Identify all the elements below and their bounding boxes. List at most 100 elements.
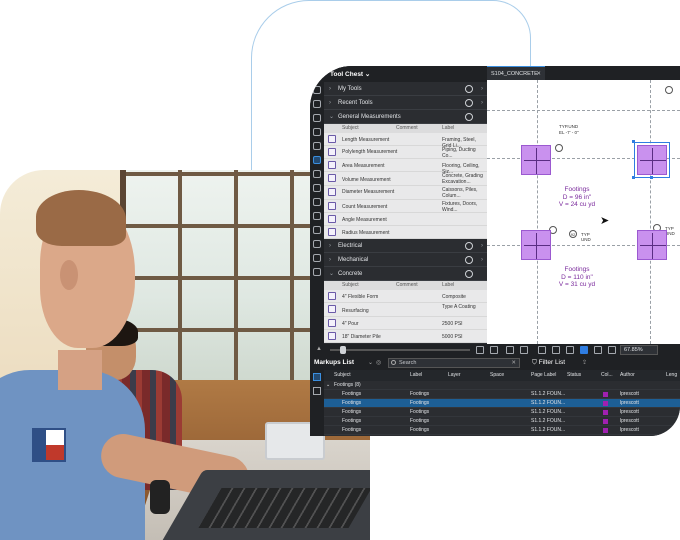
export-icon[interactable]: ⇪ xyxy=(582,359,587,366)
gear-icon[interactable] xyxy=(465,256,473,264)
tool-item[interactable]: 4" Flexible Form Composite xyxy=(324,290,487,303)
search-icon[interactable] xyxy=(313,254,321,262)
column-label[interactable]: Label xyxy=(410,370,422,381)
column-layer[interactable]: Layer xyxy=(448,370,461,381)
tool-chest-icon[interactable] xyxy=(313,156,321,164)
pan-hand-icon[interactable] xyxy=(566,346,574,354)
section-general-measurements[interactable]: ⌄ General Measurements xyxy=(324,110,487,124)
group-row[interactable]: ⌄ Footings (8) xyxy=(324,381,680,390)
column-space[interactable]: Space xyxy=(490,370,504,381)
settings-icon[interactable] xyxy=(313,170,321,178)
tool-item[interactable]: 4" Pour 2500 PSI xyxy=(324,317,487,330)
snap-icon[interactable] xyxy=(552,346,560,354)
column-label[interactable]: Label xyxy=(442,124,454,133)
gear-icon[interactable] xyxy=(465,99,473,107)
chevron-right-icon[interactable]: › xyxy=(481,96,483,110)
column-label[interactable]: Label xyxy=(442,281,454,290)
tool-item[interactable]: Volume Measurement Concrete, Grading Exca… xyxy=(324,172,487,186)
column-status[interactable]: Status xyxy=(567,370,581,381)
close-icon[interactable]: ✕ xyxy=(536,67,541,81)
zoom-icon[interactable] xyxy=(608,346,616,354)
measure-icon[interactable] xyxy=(313,184,321,192)
chevron-right-icon: › xyxy=(329,257,331,263)
gear-icon[interactable] xyxy=(465,242,473,250)
tool-item[interactable]: Diameter Measurement Caissons, Piles, Col… xyxy=(324,186,487,200)
file-icon[interactable] xyxy=(313,198,321,206)
column-comment[interactable]: Comment xyxy=(396,281,418,290)
footing-markup[interactable] xyxy=(637,230,667,260)
section-mechanical[interactable]: › Mechanical › xyxy=(324,253,487,267)
footing-markup[interactable] xyxy=(521,230,551,260)
resize-handle[interactable] xyxy=(632,140,635,143)
chevron-right-icon[interactable]: › xyxy=(481,253,483,267)
tool-item[interactable]: Area Measurement Flooring, Ceiling, Siz..… xyxy=(324,159,487,175)
table-row[interactable]: Footings Footings S1.1.2 FOUN... lpresco… xyxy=(324,417,680,426)
gear-icon[interactable] xyxy=(465,270,473,278)
section-recent-tools[interactable]: › Recent Tools › xyxy=(324,96,487,110)
gear-icon[interactable] xyxy=(465,113,473,121)
collapse-arrow-icon[interactable]: ▲ xyxy=(316,346,322,352)
selection-box[interactable] xyxy=(634,142,670,178)
resize-handle[interactable] xyxy=(632,176,635,179)
spaces-icon[interactable] xyxy=(313,268,321,276)
chevron-right-icon[interactable]: › xyxy=(481,82,483,96)
table-row[interactable]: Footings Footings S1.1.2 FOUN... lpresco… xyxy=(324,390,680,399)
filter-list-button[interactable]: ⛉ Filter List xyxy=(532,359,565,367)
column-subject[interactable]: Subject xyxy=(342,124,359,133)
column-subject[interactable]: Subject xyxy=(334,370,351,381)
chevron-right-icon[interactable]: › xyxy=(481,239,483,253)
visibility-icon[interactable]: ◎ xyxy=(376,359,381,366)
drawing-sheet[interactable]: TYP.UND EL -7' - 0" Footings D = 96 in" … xyxy=(487,80,680,344)
resize-handle[interactable] xyxy=(650,176,653,179)
chevron-down-icon[interactable]: ⌄ xyxy=(365,71,370,78)
section-concrete[interactable]: ⌄ Concrete xyxy=(324,267,487,281)
tool-item[interactable]: Angle Measurement xyxy=(324,213,487,226)
zoom-level[interactable]: 67.85% xyxy=(620,345,658,355)
footing-markup[interactable] xyxy=(521,145,551,175)
triangle-tool-icon[interactable] xyxy=(476,346,484,354)
page-slider[interactable] xyxy=(330,349,470,351)
gear-icon[interactable] xyxy=(465,85,473,93)
tab-s104-concrete[interactable]: S104_CONCRETE ✕ xyxy=(487,66,545,80)
tool-chest-header[interactable]: Tool Chest ⌄ xyxy=(324,66,487,82)
section-my-tools[interactable]: › My Tools › xyxy=(324,82,487,96)
thumbnails-icon[interactable] xyxy=(313,86,321,94)
page-view-icon[interactable] xyxy=(538,346,546,354)
grid-bubble xyxy=(665,86,673,94)
column-comment[interactable]: Comment xyxy=(396,124,418,133)
column-length[interactable]: Leng xyxy=(666,370,677,381)
slider-knob[interactable] xyxy=(340,346,346,354)
tool-item[interactable]: Resurfacing Type A Coating xyxy=(324,303,487,317)
columns-view-icon[interactable] xyxy=(520,346,528,354)
section-electrical[interactable]: › Electrical › xyxy=(324,239,487,253)
layers-icon[interactable] xyxy=(313,114,321,122)
column-author[interactable]: Author xyxy=(620,370,635,381)
column-subject[interactable]: Subject xyxy=(342,281,359,290)
text-select-icon[interactable] xyxy=(594,346,602,354)
comments-icon[interactable] xyxy=(313,142,321,150)
bookmarks-icon[interactable] xyxy=(313,100,321,108)
square-tool-icon[interactable] xyxy=(490,346,498,354)
table-row-selected[interactable]: Footings Footings S1.1.2 FOUN... lpresco… xyxy=(324,399,680,408)
tool-item[interactable]: Polylength Measurement Piping, Ducting Co… xyxy=(324,146,487,159)
grid-view-icon[interactable] xyxy=(313,387,321,395)
chevron-down-icon[interactable]: ⌄ xyxy=(368,359,373,366)
properties-icon[interactable] xyxy=(313,128,321,136)
links-icon[interactable] xyxy=(313,240,321,248)
tool-item[interactable]: Length Measurement Framing, Steel, Grid L… xyxy=(324,133,487,149)
tool-item[interactable]: Count Measurement Fixtures, Doors, Wind..… xyxy=(324,200,487,213)
clear-icon[interactable]: ✕ xyxy=(511,359,516,367)
tag-icon[interactable] xyxy=(313,226,321,234)
column-color[interactable]: Col... xyxy=(601,370,613,381)
table-row[interactable]: Footings Footings S1.1.2 FOUN... lpresco… xyxy=(324,426,680,435)
table-row[interactable]: Footings Footings S1.1.2 FOUN... lpresco… xyxy=(324,408,680,417)
column-page-label[interactable]: Page Label xyxy=(531,370,556,381)
tool-item[interactable]: 18" Diameter Pile 5000 PSI xyxy=(324,330,487,343)
signature-icon[interactable] xyxy=(313,212,321,220)
search-input[interactable]: Search ✕ xyxy=(388,358,520,368)
split-view-icon[interactable] xyxy=(506,346,514,354)
tool-item[interactable]: Radius Measurement xyxy=(324,226,487,239)
select-pointer-icon[interactable] xyxy=(580,346,588,354)
markups-list-title[interactable]: Markups List xyxy=(314,359,354,366)
list-view-icon[interactable] xyxy=(313,373,321,381)
